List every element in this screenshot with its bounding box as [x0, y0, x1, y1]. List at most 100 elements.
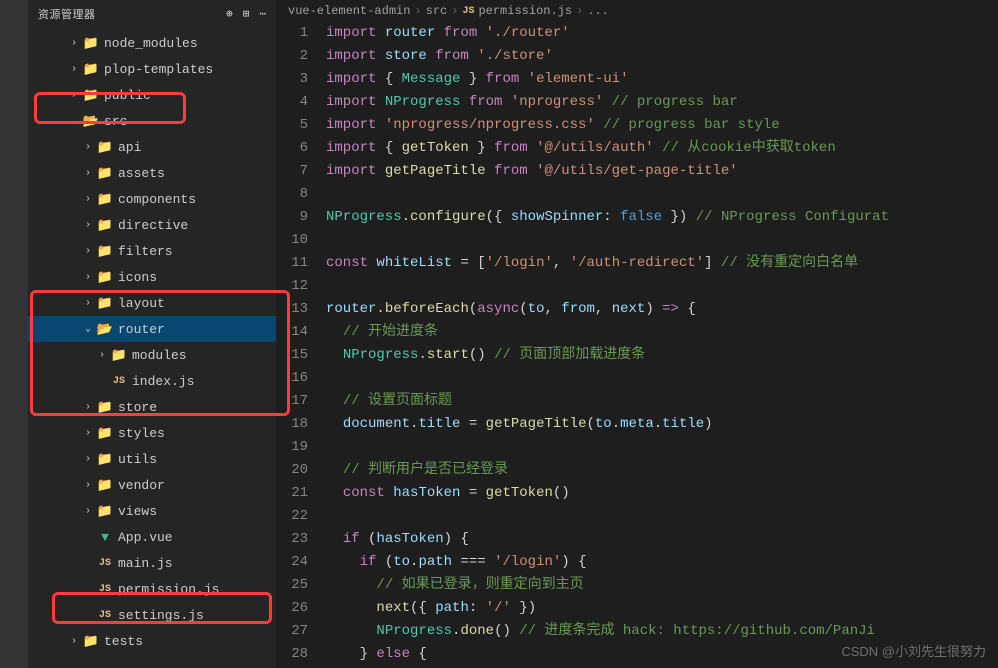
- activity-bar[interactable]: [0, 0, 28, 668]
- code-line[interactable]: NProgress.start() // 页面顶部加载进度条: [326, 344, 998, 367]
- code-line[interactable]: NProgress.configure({ showSpinner: false…: [326, 206, 998, 229]
- code-line[interactable]: import { Message } from 'element-ui': [326, 68, 998, 91]
- code-line[interactable]: import router from './router': [326, 22, 998, 45]
- new-file-icon[interactable]: ⊕: [226, 7, 233, 21]
- folder-icon: 📁: [82, 62, 100, 77]
- chevron-icon[interactable]: ›: [80, 298, 96, 309]
- code-line[interactable]: [326, 367, 998, 390]
- code-line[interactable]: [326, 505, 998, 528]
- line-number: 17: [276, 390, 308, 413]
- code-line[interactable]: document.title = getPageTitle(to.meta.ti…: [326, 413, 998, 436]
- breadcrumb[interactable]: vue-element-admin › src › JS permission.…: [276, 0, 998, 22]
- folder-icon: 📁: [110, 348, 128, 363]
- tree-item-label: styles: [118, 426, 165, 441]
- code-line[interactable]: // 设置页面标题: [326, 390, 998, 413]
- code-line[interactable]: import 'nprogress/nprogress.css' // prog…: [326, 114, 998, 137]
- code-line[interactable]: import { getToken } from '@/utils/auth' …: [326, 137, 998, 160]
- tree-folder[interactable]: ›📁utils: [28, 446, 276, 472]
- code-line[interactable]: if (hasToken) {: [326, 528, 998, 551]
- code-content[interactable]: import router from './router'import stor…: [326, 22, 998, 668]
- code-line[interactable]: if (to.path === '/login') {: [326, 551, 998, 574]
- code-line[interactable]: NProgress.done() // 进度条完成 hack: https://…: [326, 620, 998, 643]
- tree-file[interactable]: ▼App.vue: [28, 524, 276, 550]
- code-line[interactable]: [326, 183, 998, 206]
- chevron-icon[interactable]: ›: [80, 272, 96, 283]
- chevron-icon[interactable]: ⌄: [66, 115, 82, 127]
- tree-folder[interactable]: ›📁vendor: [28, 472, 276, 498]
- tree-folder[interactable]: ›📁tests: [28, 628, 276, 654]
- tree-file[interactable]: JSpermission.js: [28, 576, 276, 602]
- line-number: 26: [276, 597, 308, 620]
- code-area[interactable]: 1234567891011121314151617181920212223242…: [276, 22, 998, 668]
- tree-folder[interactable]: ›📁views: [28, 498, 276, 524]
- chevron-icon[interactable]: ›: [80, 402, 96, 413]
- chevron-icon[interactable]: ›: [80, 194, 96, 205]
- tree-folder[interactable]: ›📁api: [28, 134, 276, 160]
- breadcrumb-part[interactable]: vue-element-admin: [288, 4, 410, 18]
- chevron-icon[interactable]: ›: [80, 506, 96, 517]
- chevron-icon[interactable]: ›: [80, 454, 96, 465]
- tree-folder[interactable]: ›📁directive: [28, 212, 276, 238]
- tree-item-label: public: [104, 88, 151, 103]
- chevron-icon[interactable]: ›: [80, 168, 96, 179]
- code-line[interactable]: // 判断用户是否已经登录: [326, 459, 998, 482]
- more-icon[interactable]: ⋯: [259, 7, 266, 21]
- chevron-icon[interactable]: ›: [66, 38, 82, 49]
- line-number: 2: [276, 45, 308, 68]
- chevron-icon[interactable]: ›: [66, 90, 82, 101]
- chevron-icon[interactable]: ›: [80, 142, 96, 153]
- folder-icon: 📂: [96, 322, 114, 337]
- code-line[interactable]: [326, 229, 998, 252]
- code-line[interactable]: // 如果已登录，则重定向到主页: [326, 574, 998, 597]
- chevron-icon[interactable]: ›: [66, 636, 82, 647]
- line-number: 20: [276, 459, 308, 482]
- folder-icon: 📁: [96, 452, 114, 467]
- new-folder-icon[interactable]: ⊞: [243, 7, 250, 21]
- breadcrumb-part[interactable]: src: [426, 4, 448, 18]
- tree-folder[interactable]: ›📁modules: [28, 342, 276, 368]
- file-tree[interactable]: ›📁node_modules›📁plop-templates›📁public⌄📂…: [28, 28, 276, 668]
- tree-folder[interactable]: ›📁filters: [28, 238, 276, 264]
- tree-folder[interactable]: ›📁plop-templates: [28, 56, 276, 82]
- code-line[interactable]: // 开始进度条: [326, 321, 998, 344]
- tree-file[interactable]: JSmain.js: [28, 550, 276, 576]
- tree-file[interactable]: JSindex.js: [28, 368, 276, 394]
- breadcrumb-part[interactable]: permission.js: [478, 4, 572, 18]
- code-line[interactable]: import NProgress from 'nprogress' // pro…: [326, 91, 998, 114]
- tree-folder[interactable]: ›📁assets: [28, 160, 276, 186]
- code-line[interactable]: const hasToken = getToken(): [326, 482, 998, 505]
- tree-folder[interactable]: ›📁layout: [28, 290, 276, 316]
- tree-folder[interactable]: ›📁public: [28, 82, 276, 108]
- code-line[interactable]: router.beforeEach(async(to, from, next) …: [326, 298, 998, 321]
- chevron-icon[interactable]: ›: [80, 246, 96, 257]
- tree-folder[interactable]: ›📁components: [28, 186, 276, 212]
- chevron-icon[interactable]: ›: [80, 220, 96, 231]
- folder-icon: 📁: [96, 426, 114, 441]
- line-number: 9: [276, 206, 308, 229]
- breadcrumb-part[interactable]: ...: [587, 4, 609, 18]
- code-line[interactable]: [326, 436, 998, 459]
- tree-item-label: api: [118, 140, 141, 155]
- code-line[interactable]: import store from './store': [326, 45, 998, 68]
- tree-folder[interactable]: ⌄📂src: [28, 108, 276, 134]
- chevron-icon[interactable]: ›: [66, 64, 82, 75]
- js-icon: JS: [96, 558, 114, 569]
- chevron-icon[interactable]: ›: [80, 480, 96, 491]
- line-number: 25: [276, 574, 308, 597]
- code-line[interactable]: import getPageTitle from '@/utils/get-pa…: [326, 160, 998, 183]
- chevron-icon[interactable]: ›: [80, 428, 96, 439]
- code-line[interactable]: next({ path: '/' }): [326, 597, 998, 620]
- tree-folder[interactable]: ›📁 styles: [28, 420, 276, 446]
- chevron-icon[interactable]: ›: [94, 350, 110, 361]
- tree-file[interactable]: JSsettings.js: [28, 602, 276, 628]
- js-icon: JS: [96, 610, 114, 621]
- tree-folder[interactable]: ›📁icons: [28, 264, 276, 290]
- line-number: 23: [276, 528, 308, 551]
- tree-folder[interactable]: ⌄📂router: [28, 316, 276, 342]
- tree-folder[interactable]: ›📁node_modules: [28, 30, 276, 56]
- line-number: 4: [276, 91, 308, 114]
- chevron-icon[interactable]: ⌄: [80, 323, 96, 335]
- code-line[interactable]: const whiteList = ['/login', '/auth-redi…: [326, 252, 998, 275]
- code-line[interactable]: [326, 275, 998, 298]
- tree-folder[interactable]: ›📁store: [28, 394, 276, 420]
